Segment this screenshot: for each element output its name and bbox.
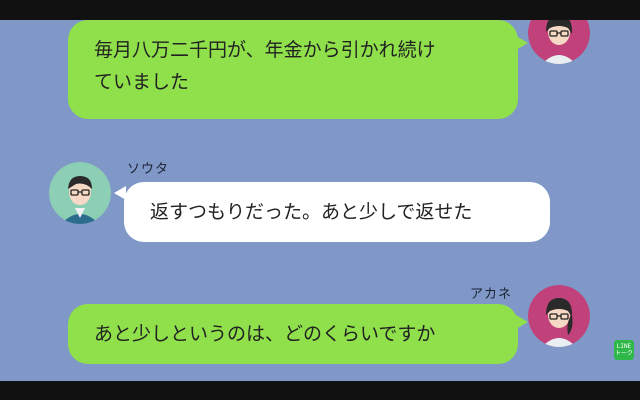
message-text: あと少しというのは、どのくらいですか xyxy=(94,323,436,345)
bubble-tail xyxy=(516,36,528,50)
top-letterbox-bar xyxy=(0,0,640,20)
message-text-line: 毎月八万二千円が、年金から引かれ続け xyxy=(94,39,436,61)
line-talk-logo: LINE トーク xyxy=(614,340,634,360)
sender-name: アカネ xyxy=(470,287,513,302)
message-bubble-sent: あと少しというのは、どのくらいですか xyxy=(68,304,518,364)
message-bubble-received: 返すつもりだった。あと少しで返せた xyxy=(124,182,550,242)
message-bubble-sent: 毎月八万二千円が、年金から引かれ続け ていました xyxy=(68,20,518,119)
message-text-line: ていました xyxy=(94,71,190,93)
message-text: 返すつもりだった。あと少しで返せた xyxy=(150,201,473,223)
woman-avatar-icon xyxy=(528,20,590,64)
bottom-letterbox-bar xyxy=(0,381,640,400)
video-frame: 毎月八万二千円が、年金から引かれ続け ていました ソウタ 返すつもりだった。あと… xyxy=(0,0,640,400)
woman-avatar-icon xyxy=(528,285,590,347)
chat-area: 毎月八万二千円が、年金から引かれ続け ていました ソウタ 返すつもりだった。あと… xyxy=(0,20,640,381)
man-avatar-icon xyxy=(49,162,111,224)
sender-name: ソウタ xyxy=(127,162,170,177)
bubble-tail xyxy=(516,315,528,329)
